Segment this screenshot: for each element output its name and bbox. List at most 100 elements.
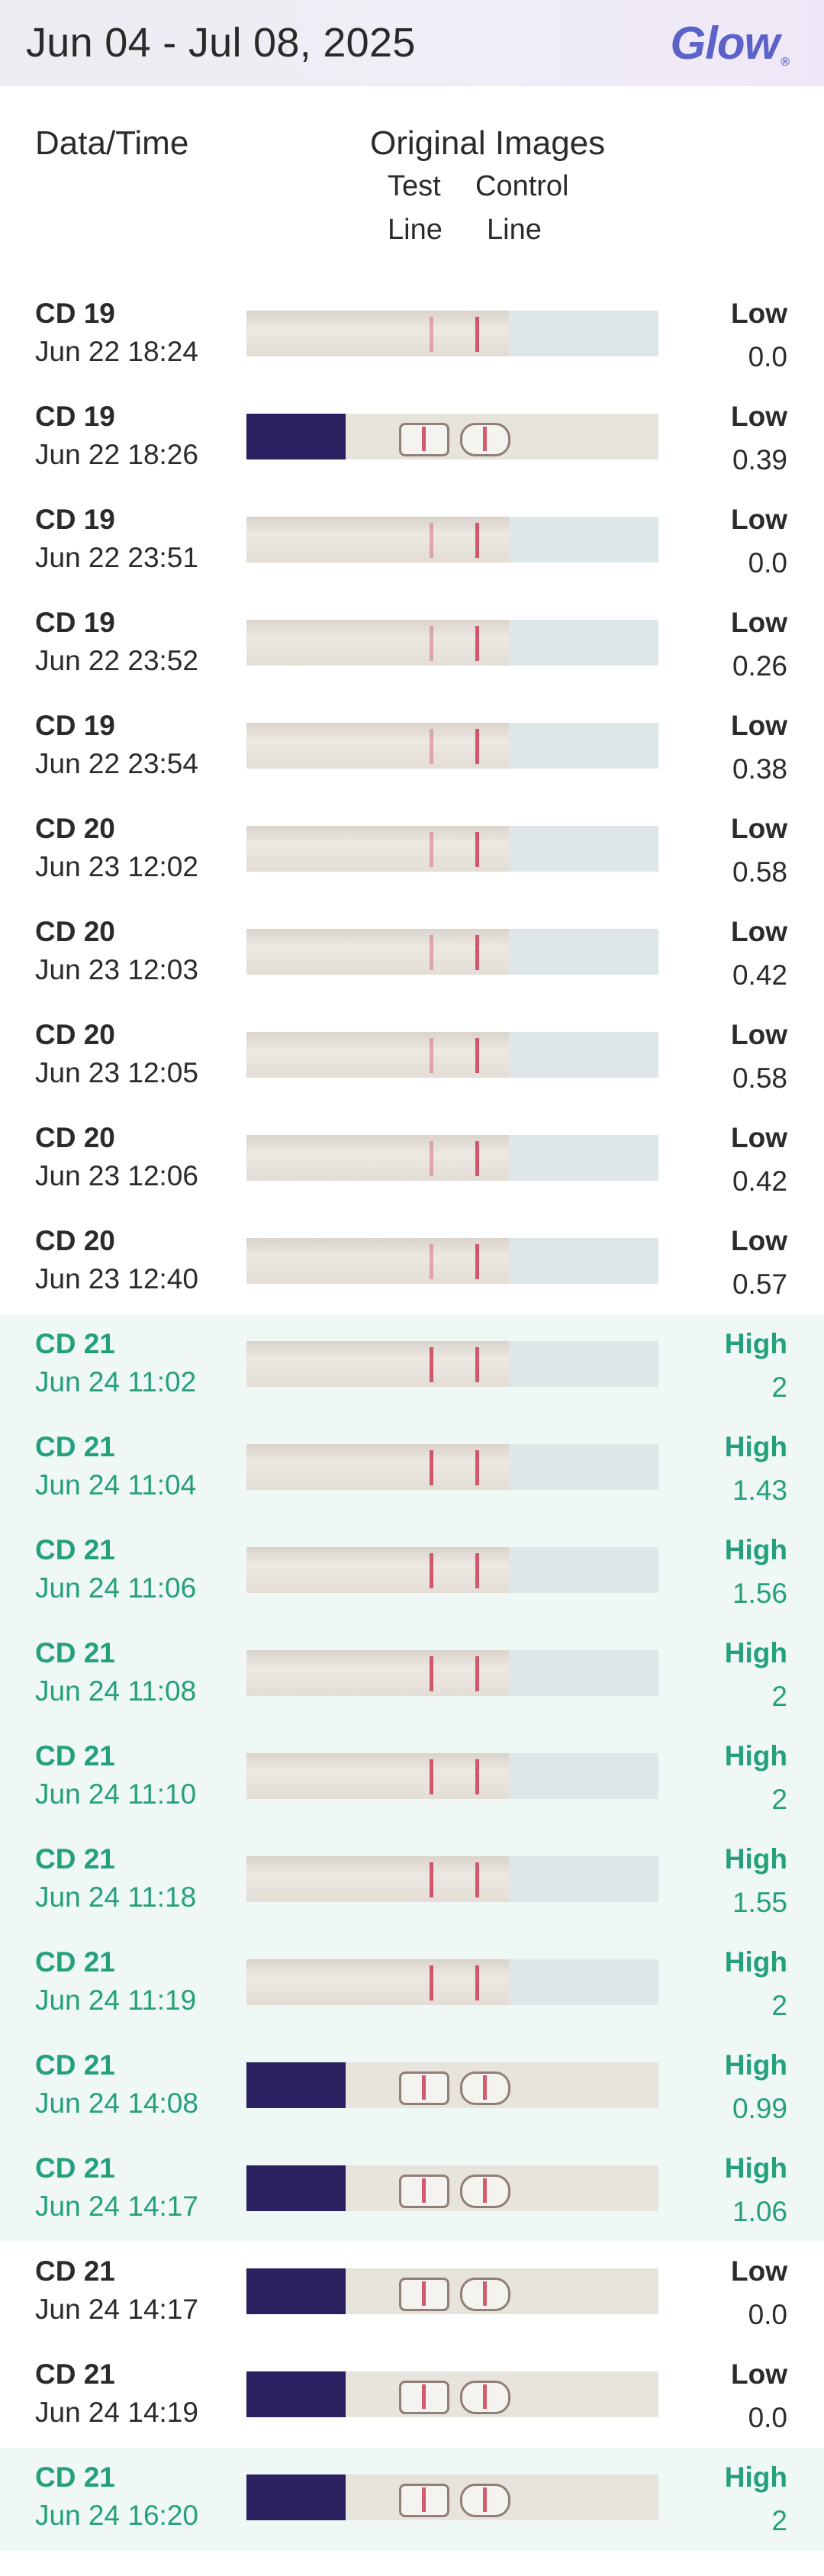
test-strip-image[interactable] (246, 723, 658, 769)
test-strip-image[interactable] (246, 2474, 658, 2520)
control-line (475, 1450, 479, 1485)
control-line (475, 832, 479, 867)
date-range-title[interactable]: Jun 04 - Jul 08, 2025 (26, 19, 416, 66)
strip-brand-print (509, 1856, 658, 1902)
test-line (430, 1965, 433, 2001)
result-value: 0.58 (732, 1062, 787, 1094)
test-strip-image[interactable] (246, 826, 658, 872)
result-value: 2 (771, 1681, 787, 1712)
cycle-day-label: CD 21 (35, 2049, 115, 2081)
test-strip-image[interactable] (246, 311, 658, 356)
test-strip-image[interactable] (246, 1856, 658, 1902)
test-datetime: Jun 24 11:06 (35, 1572, 197, 1604)
logo-registered-mark: ® (781, 56, 790, 69)
result-row[interactable]: CD 21 Jun 24 14:17 Low 0.0 (0, 2242, 824, 2345)
result-row[interactable]: CD 19 Jun 22 23:52 Low 0.26 (0, 593, 824, 696)
result-value: 1.55 (732, 1887, 787, 1918)
test-strip-image[interactable] (246, 2371, 658, 2417)
background-shape (246, 2268, 346, 2314)
test-strip-image[interactable] (246, 1547, 658, 1593)
test-datetime: Jun 23 12:02 (35, 851, 198, 882)
test-strip-image[interactable] (246, 929, 658, 975)
result-row[interactable]: CD 21 Jun 24 11:06 High 1.56 (0, 1520, 824, 1623)
strip-brand-print (509, 1650, 658, 1696)
result-row[interactable]: CD 20 Jun 23 12:05 Low 0.58 (0, 1005, 824, 1108)
result-row[interactable]: CD 21 Jun 24 11:08 High 2 (0, 1623, 824, 1726)
test-strip-image[interactable] (246, 2062, 658, 2108)
test-line (430, 317, 433, 352)
test-strip-image[interactable] (246, 1238, 658, 1284)
result-row[interactable]: CD 21 Jun 24 11:10 High 2 (0, 1726, 824, 1830)
test-strip-image[interactable] (246, 2165, 658, 2211)
result-row[interactable]: CD 21 Jun 24 11:18 High 1.55 (0, 1830, 824, 1933)
top-bar: Jun 04 - Jul 08, 2025 Glow ® (0, 0, 824, 86)
column-header-original-images: Original Images (370, 124, 606, 162)
test-strip-image[interactable] (246, 1135, 658, 1181)
test-line (422, 2384, 426, 2409)
result-row[interactable]: CD 19 Jun 22 23:51 Low 0.0 (0, 490, 824, 593)
test-line (422, 2487, 426, 2512)
result-row[interactable]: CD 21 Jun 24 14:17 High 1.06 (0, 2139, 824, 2242)
strip-brand-print (509, 929, 658, 975)
cycle-day-label: CD 20 (35, 813, 115, 844)
cycle-day-label: CD 19 (35, 607, 115, 638)
result-value: 1.06 (732, 2196, 787, 2227)
result-value: 2 (771, 1990, 787, 2021)
result-value: 0.0 (748, 547, 787, 579)
result-row[interactable]: CD 21 Jun 24 16:20 High 2 (0, 2448, 824, 2551)
cycle-day-label: CD 20 (35, 916, 115, 947)
control-line (475, 1347, 479, 1382)
control-line (475, 729, 479, 764)
control-line (475, 1862, 479, 1897)
result-value: 2 (771, 1372, 787, 1403)
test-strip-image[interactable] (246, 1341, 658, 1387)
control-line (475, 1038, 479, 1073)
result-row[interactable]: CD 21 Jun 24 11:02 High 2 (0, 1314, 824, 1417)
result-value: 0.42 (732, 959, 787, 991)
result-value: 1.43 (732, 1475, 787, 1506)
result-row[interactable]: CD 21 Jun 24 14:19 Low 0.0 (0, 2345, 824, 2448)
cassette-shape (346, 2062, 658, 2108)
control-line (483, 427, 487, 451)
test-strip-image[interactable] (246, 620, 658, 666)
result-row[interactable]: CD 20 Jun 23 12:06 Low 0.42 (0, 1108, 824, 1211)
result-row[interactable]: CD 19 Jun 22 18:24 Low 0.0 (0, 284, 824, 387)
result-row[interactable]: CD 21 Jun 24 11:04 High 1.43 (0, 1417, 824, 1520)
strip-brand-print (509, 1753, 658, 1799)
test-strip-image[interactable] (246, 517, 658, 563)
test-strip-image[interactable] (246, 1959, 658, 2005)
column-header-control-line: Line (487, 214, 542, 246)
result-level: Low (731, 1122, 787, 1153)
test-strip-image[interactable] (246, 1753, 658, 1799)
cycle-day-label: CD 21 (35, 1843, 115, 1875)
result-level: High (724, 2152, 787, 2184)
result-level: Low (731, 607, 787, 638)
result-row[interactable]: CD 19 Jun 22 23:54 Low 0.38 (0, 696, 824, 799)
background-shape (246, 2062, 346, 2108)
result-row[interactable]: CD 20 Jun 23 12:03 Low 0.42 (0, 902, 824, 1005)
test-window (399, 2484, 449, 2517)
cycle-day-label: CD 19 (35, 504, 115, 535)
result-value: 1.56 (732, 1578, 787, 1609)
test-datetime: Jun 22 18:26 (35, 439, 198, 470)
test-strip-image[interactable] (246, 2268, 658, 2314)
result-row[interactable]: CD 21 Jun 24 11:19 High 2 (0, 1933, 824, 2036)
test-strip-image[interactable] (246, 414, 658, 459)
test-strip-image[interactable] (246, 1650, 658, 1696)
test-datetime: Jun 23 12:05 (35, 1057, 198, 1088)
test-window (399, 2381, 449, 2414)
test-line (430, 523, 433, 558)
control-line (475, 1244, 479, 1279)
strip-brand-print (509, 1547, 658, 1593)
result-value: 0.0 (748, 341, 787, 372)
result-value: 2 (771, 1784, 787, 1815)
result-value: 0.38 (732, 753, 787, 785)
result-row[interactable]: CD 20 Jun 23 12:40 Low 0.57 (0, 1211, 824, 1314)
strip-brand-print (509, 1959, 658, 2005)
result-row[interactable]: CD 20 Jun 23 12:02 Low 0.58 (0, 799, 824, 902)
test-strip-image[interactable] (246, 1032, 658, 1078)
test-strip-image[interactable] (246, 1444, 658, 1490)
result-row[interactable]: CD 21 Jun 24 14:08 High 0.99 (0, 2036, 824, 2139)
result-row[interactable]: CD 19 Jun 22 18:26 Low 0.39 (0, 387, 824, 490)
strip-brand-print (509, 1135, 658, 1181)
